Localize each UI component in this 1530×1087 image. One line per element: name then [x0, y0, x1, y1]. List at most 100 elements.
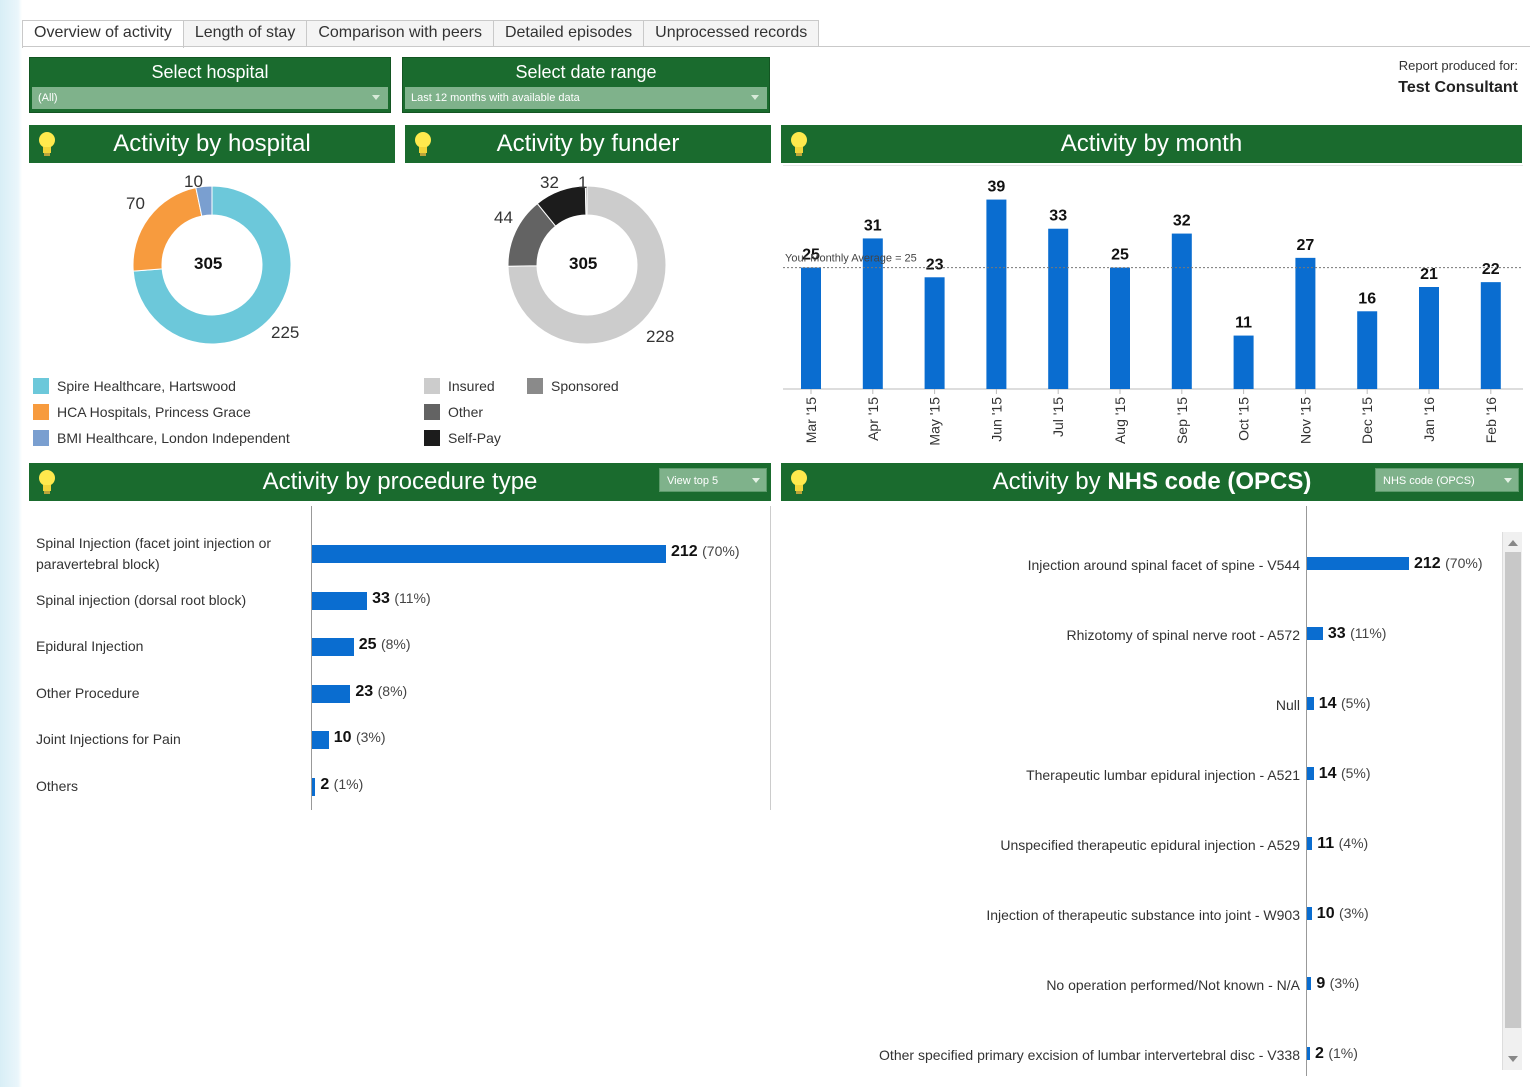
bar: [1307, 767, 1314, 780]
legend-item: Spire Healthcare, Hartswood: [33, 378, 236, 394]
category-label: Injection of therapeutic substance into …: [986, 907, 1300, 923]
nhs-title-prefix: Activity by: [992, 468, 1108, 495]
month-category-label: Feb '16: [1483, 397, 1499, 443]
slice-value-label: 70: [126, 194, 145, 213]
month-category-label: Jun '15: [988, 397, 1004, 442]
procedure-panel-border: [770, 506, 771, 810]
bar-value: 2: [320, 776, 334, 793]
tab-divider: [22, 46, 1530, 47]
tab-overview-of-activity[interactable]: Overview of activity: [22, 20, 184, 48]
category-label: Rhizotomy of spinal nerve root - A572: [1066, 627, 1300, 643]
tab-unprocessed-records[interactable]: Unprocessed records: [643, 20, 820, 47]
scroll-down-icon[interactable]: [1508, 1056, 1518, 1062]
bar-percent: (70%): [1445, 555, 1483, 571]
legend-label: HCA Hospitals, Princess Grace: [57, 404, 251, 420]
bar: [1307, 907, 1312, 920]
month-bar: [924, 277, 945, 389]
bar-percent: (5%): [1340, 765, 1371, 781]
bar-percent: (4%): [1338, 835, 1369, 851]
chevron-down-icon: [1504, 478, 1512, 483]
bar-value: 25: [358, 636, 381, 653]
bar-value: 212: [1414, 555, 1446, 572]
category-label: Other Procedure: [36, 685, 140, 701]
category-label: Epidural Injection: [36, 638, 144, 654]
bar-percent: (11%): [394, 590, 431, 606]
legend-label: Self-Pay: [448, 430, 501, 446]
bar: [312, 778, 316, 796]
bar-value: 14: [1318, 765, 1341, 782]
hospital-panel-header: Activity by hospital: [29, 125, 395, 163]
legend-label: BMI Healthcare, London Independent: [57, 430, 290, 446]
bar-percent: (3%): [355, 729, 386, 745]
month-value-label: 31: [864, 217, 882, 234]
select-hospital-title: Select hospital: [151, 62, 269, 82]
bar-value-label: 11 (4%): [1317, 835, 1368, 853]
bar-value: 33: [1327, 625, 1351, 642]
hospital-panel-title: Activity by hospital: [113, 130, 311, 157]
legend-swatch: [424, 430, 440, 446]
month-bar: [1048, 228, 1069, 389]
donut-total: 305: [194, 254, 223, 273]
slice-value-label: 1: [578, 173, 588, 192]
bar-percent: (5%): [1340, 695, 1371, 711]
bar: [1307, 1047, 1310, 1060]
nhs-scrollbar[interactable]: [1502, 532, 1522, 1070]
category-label: Unspecified therapeutic epidural injecti…: [1000, 837, 1300, 853]
month-value-label: 22: [1482, 261, 1500, 278]
legend-swatch: [33, 430, 49, 446]
tab-comparison-with-peers[interactable]: Comparison with peers: [306, 20, 494, 47]
bar-value-label: 10 (3%): [1317, 905, 1369, 923]
bar-percent: (11%): [1350, 625, 1387, 641]
month-bar: [1110, 267, 1130, 389]
chevron-down-icon: [751, 95, 759, 100]
bar-value-label: 2 (1%): [320, 776, 363, 794]
dashboard: Overview of activity Length of stay Compar…: [22, 0, 1530, 1087]
date-range-dropdown-value: Last 12 months with available data: [411, 92, 580, 104]
month-value-label: 33: [1049, 208, 1067, 225]
month-bar-chart: 25 Mar '15 31 Apr '15 23 May '15 39 Jun '15 33 Ju…: [783, 165, 1523, 446]
nhs-title-bold: NHS code (OPCS): [1107, 468, 1312, 495]
date-range-dropdown[interactable]: Last 12 months with available data: [405, 87, 767, 109]
category-label: Spinal Injection (facet joint injection …: [36, 535, 272, 572]
bar-value-label: 14 (5%): [1319, 695, 1371, 713]
tab-length-of-stay[interactable]: Length of stay: [182, 20, 308, 47]
scrollbar-thumb[interactable]: [1505, 552, 1521, 1028]
legend-swatch: [33, 404, 49, 420]
view-top-dropdown-value: View top 5: [667, 475, 719, 487]
month-bar: [1295, 257, 1316, 389]
legend-swatch: [424, 378, 440, 394]
month-value-label: 27: [1297, 237, 1315, 254]
procedure-panel-header: Activity by procedure type View top 5: [29, 463, 771, 501]
month-category-label: Oct '15: [1236, 397, 1252, 441]
hospital-dropdown[interactable]: (All): [32, 87, 388, 109]
month-category-label: Apr '15: [865, 397, 881, 441]
legend-item: BMI Healthcare, London Independent: [33, 430, 290, 446]
month-value-label: 32: [1173, 213, 1191, 230]
bar-value: 212: [671, 543, 703, 560]
bar-value: 33: [372, 590, 395, 607]
scroll-up-icon[interactable]: [1508, 540, 1518, 546]
bar-value-label: 14 (5%): [1319, 765, 1371, 783]
nhs-axis: [1306, 506, 1307, 1076]
month-panel-title: Activity by month: [1060, 130, 1243, 157]
month-category-label: Aug '15: [1112, 397, 1128, 444]
select-date-range-title: Select date range: [515, 62, 657, 82]
legend-item: Sponsored: [527, 378, 619, 394]
month-value-label: 16: [1358, 290, 1376, 307]
tab-detailed-episodes[interactable]: Detailed episodes: [492, 20, 645, 47]
monthly-average-label: Your Monthly Average = 25: [785, 253, 917, 265]
bar-value-label: 25 (8%): [359, 636, 411, 654]
nhs-code-dropdown[interactable]: NHS code (OPCS): [1375, 468, 1519, 492]
donut-total: 305: [569, 254, 598, 273]
view-top-dropdown[interactable]: View top 5: [659, 468, 767, 492]
legend-swatch: [33, 378, 49, 394]
month-category-label: Nov '15: [1297, 397, 1313, 444]
bar: [1307, 627, 1323, 640]
bar-value-label: 33 (11%): [1328, 625, 1387, 643]
month-bar: [1357, 311, 1378, 389]
nhs-code-dropdown-value: NHS code (OPCS): [1383, 475, 1475, 487]
hospital-dropdown-value: (All): [38, 92, 58, 104]
month-category-label: Jan '16: [1421, 397, 1437, 442]
bar-value: 23: [355, 683, 378, 700]
nhs-panel-header: Activity by NHS code (OPCS) NHS code (OP…: [781, 463, 1523, 501]
